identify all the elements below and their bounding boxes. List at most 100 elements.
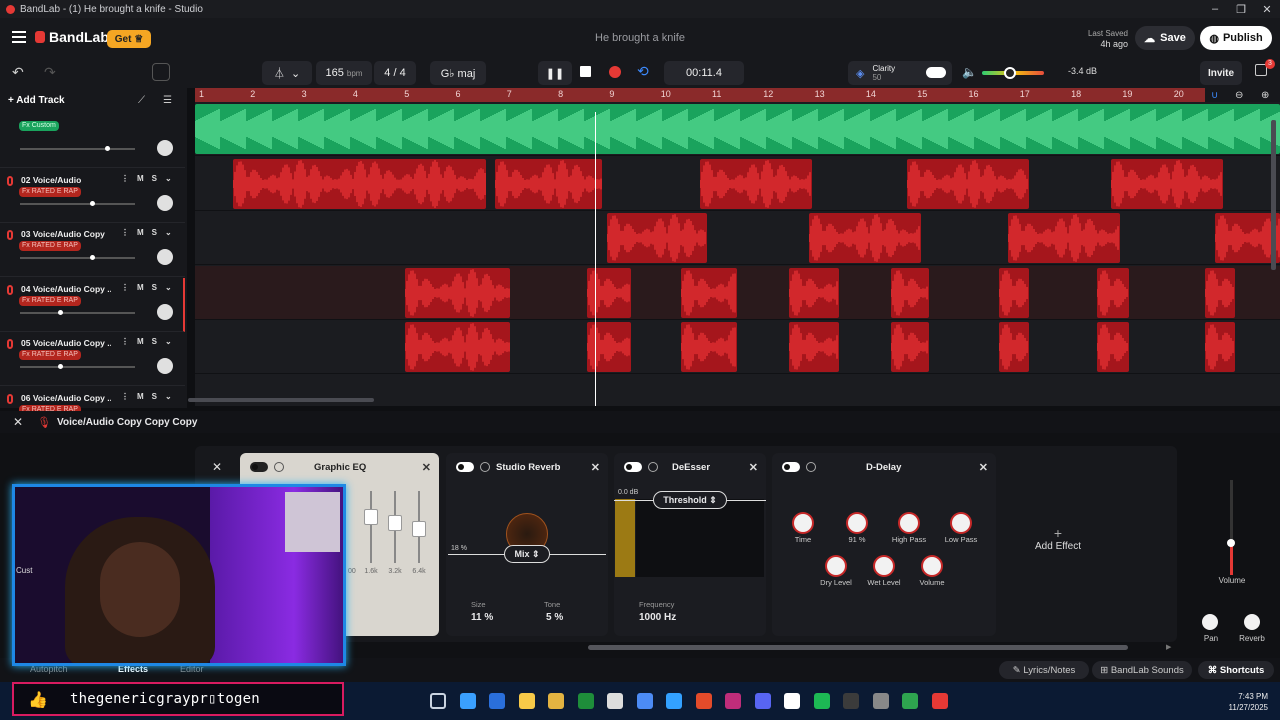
- audio-clip[interactable]: [1097, 322, 1129, 372]
- track-volume-thumb[interactable]: [90, 255, 95, 260]
- solo-button[interactable]: S: [152, 228, 157, 237]
- metronome-button[interactable]: ⏃ ⌄: [262, 61, 312, 85]
- clarity-control[interactable]: ◈ Clarity 50: [848, 61, 952, 85]
- menu-icon[interactable]: [12, 31, 26, 43]
- taskbar-app-icon[interactable]: [636, 693, 653, 709]
- delay-knob[interactable]: [952, 514, 970, 532]
- delay-toggle[interactable]: [782, 462, 800, 472]
- track-lane[interactable]: [195, 265, 1280, 320]
- track-settings-icon[interactable]: ☰: [163, 95, 172, 106]
- delay-knob[interactable]: [923, 557, 941, 575]
- audio-clip[interactable]: [891, 267, 929, 318]
- add-effect-button[interactable]: + Add Effect: [1018, 525, 1098, 552]
- close-icon[interactable]: ✕: [422, 461, 431, 474]
- track-pan-knob[interactable]: [157, 194, 173, 211]
- reverb-toggle[interactable]: [456, 462, 474, 472]
- deesser-toggle[interactable]: [624, 462, 642, 472]
- audio-clip[interactable]: [195, 104, 1280, 154]
- record-button[interactable]: [609, 66, 621, 78]
- mute-button[interactable]: M: [137, 174, 144, 183]
- info-icon[interactable]: [480, 462, 490, 472]
- magnet-icon[interactable]: ∪: [1211, 90, 1218, 101]
- track-volume-thumb[interactable]: [58, 309, 63, 315]
- taskbar-app-icon[interactable]: [459, 693, 476, 709]
- track-pan-knob[interactable]: [157, 249, 173, 265]
- solo-button[interactable]: S: [152, 174, 157, 183]
- track-options-icon[interactable]: ⋮: [121, 283, 129, 292]
- track-volume-slider[interactable]: [20, 309, 135, 315]
- save-button[interactable]: ☁ Save: [1135, 26, 1195, 50]
- audio-clip[interactable]: [1205, 322, 1235, 372]
- track-pan-knob[interactable]: [157, 358, 173, 374]
- delay-knob[interactable]: [827, 557, 845, 575]
- effects-scrollbar[interactable]: [588, 645, 1128, 650]
- audio-clip[interactable]: [681, 267, 737, 318]
- track-fx-badge[interactable]: Fx Custom: [19, 121, 59, 131]
- mute-button[interactable]: M: [137, 337, 144, 346]
- invite-button[interactable]: Invite: [1200, 61, 1242, 85]
- taskbar-app-icon[interactable]: [695, 693, 712, 709]
- eq-band-fader[interactable]: [388, 491, 402, 563]
- track-volume-slider[interactable]: [20, 255, 135, 260]
- chevron-down-icon[interactable]: ⌄: [165, 337, 172, 346]
- mute-button[interactable]: M: [137, 283, 144, 292]
- graphic-eq-toggle[interactable]: [250, 462, 268, 472]
- track-header[interactable]: Fx Custom⋮MS⌄: [0, 114, 185, 168]
- track-volume-thumb[interactable]: [58, 364, 63, 369]
- playhead[interactable]: [595, 112, 596, 406]
- close-effects-icon[interactable]: ✕: [13, 415, 23, 429]
- info-icon[interactable]: [274, 462, 284, 472]
- track-fx-badge[interactable]: Fx RATED E RAP: [19, 350, 81, 360]
- eq-fader-handle[interactable]: [364, 509, 378, 525]
- taskbar-app-icon[interactable]: [430, 693, 446, 709]
- track-name[interactable]: 05 Voice/Audio Copy ...: [21, 338, 111, 348]
- audio-clip[interactable]: [789, 267, 839, 318]
- track-name[interactable]: 02 Voice/Audio: [21, 175, 111, 185]
- delay-knob[interactable]: [848, 514, 866, 532]
- taskbar-app-icon[interactable]: [607, 693, 623, 709]
- loop-icon[interactable]: ⟲: [637, 63, 649, 80]
- audio-clip[interactable]: [1111, 158, 1223, 209]
- track-options-icon[interactable]: ⋮: [121, 392, 129, 401]
- chevron-down-icon[interactable]: ⌄: [165, 174, 172, 183]
- arrange-vertical-scrollbar[interactable]: [1271, 120, 1276, 270]
- audio-clip[interactable]: [405, 322, 510, 372]
- audio-clip[interactable]: [999, 322, 1029, 372]
- audio-clip[interactable]: [495, 158, 602, 209]
- close-window-button[interactable]: ✕: [1254, 3, 1280, 16]
- publish-button[interactable]: ◍ Publish: [1200, 26, 1272, 50]
- arrange-horizontal-scrollbar[interactable]: [188, 398, 374, 402]
- audio-clip[interactable]: [1097, 267, 1129, 318]
- mixer-icon[interactable]: [152, 63, 170, 81]
- taskbar-app-icon[interactable]: [813, 693, 830, 709]
- delay-knob[interactable]: [900, 514, 918, 532]
- track-options-icon[interactable]: ⋮: [121, 174, 129, 183]
- solo-button[interactable]: S: [152, 337, 157, 346]
- taskbar-app-icon[interactable]: [784, 693, 800, 709]
- taskbar-app-icon[interactable]: [872, 693, 889, 709]
- track-fx-badge[interactable]: Fx RATED E RAP: [19, 186, 81, 197]
- redo-icon[interactable]: ↷: [44, 64, 56, 81]
- remove-preset-icon[interactable]: ✕: [212, 460, 222, 474]
- track-volume-slider[interactable]: [20, 364, 135, 369]
- track-volume-fader[interactable]: [1227, 480, 1235, 575]
- lyrics-notes-button[interactable]: ✎ Lyrics/Notes: [999, 661, 1089, 679]
- project-title[interactable]: He brought a knife: [540, 32, 740, 44]
- pan-knob[interactable]: [1202, 614, 1218, 630]
- speaker-icon[interactable]: 🔈: [962, 65, 977, 79]
- track-name[interactable]: 04 Voice/Audio Copy ...: [21, 284, 111, 294]
- audio-clip[interactable]: [907, 158, 1029, 209]
- track-pan-knob[interactable]: [157, 140, 173, 156]
- eq-band-fader[interactable]: [364, 491, 378, 563]
- taskbar-app-icon[interactable]: [754, 693, 771, 709]
- track-lane[interactable]: [195, 102, 1280, 156]
- timeline-ruler[interactable]: 1 2 3 4 5 6 7 8 9 10 11 12 13 14 15 16 17 18 19 20: [195, 88, 1205, 102]
- audio-clip[interactable]: [1205, 267, 1235, 318]
- track-lane[interactable]: [195, 157, 1280, 211]
- size-value[interactable]: 11 %: [471, 612, 493, 623]
- track-fx-badge[interactable]: Fx RATED E RAP: [19, 295, 81, 306]
- stop-button[interactable]: [580, 66, 591, 77]
- eq-band-fader[interactable]: [412, 491, 426, 563]
- chevron-down-icon[interactable]: ⌄: [165, 283, 172, 292]
- audio-clip[interactable]: [233, 158, 486, 209]
